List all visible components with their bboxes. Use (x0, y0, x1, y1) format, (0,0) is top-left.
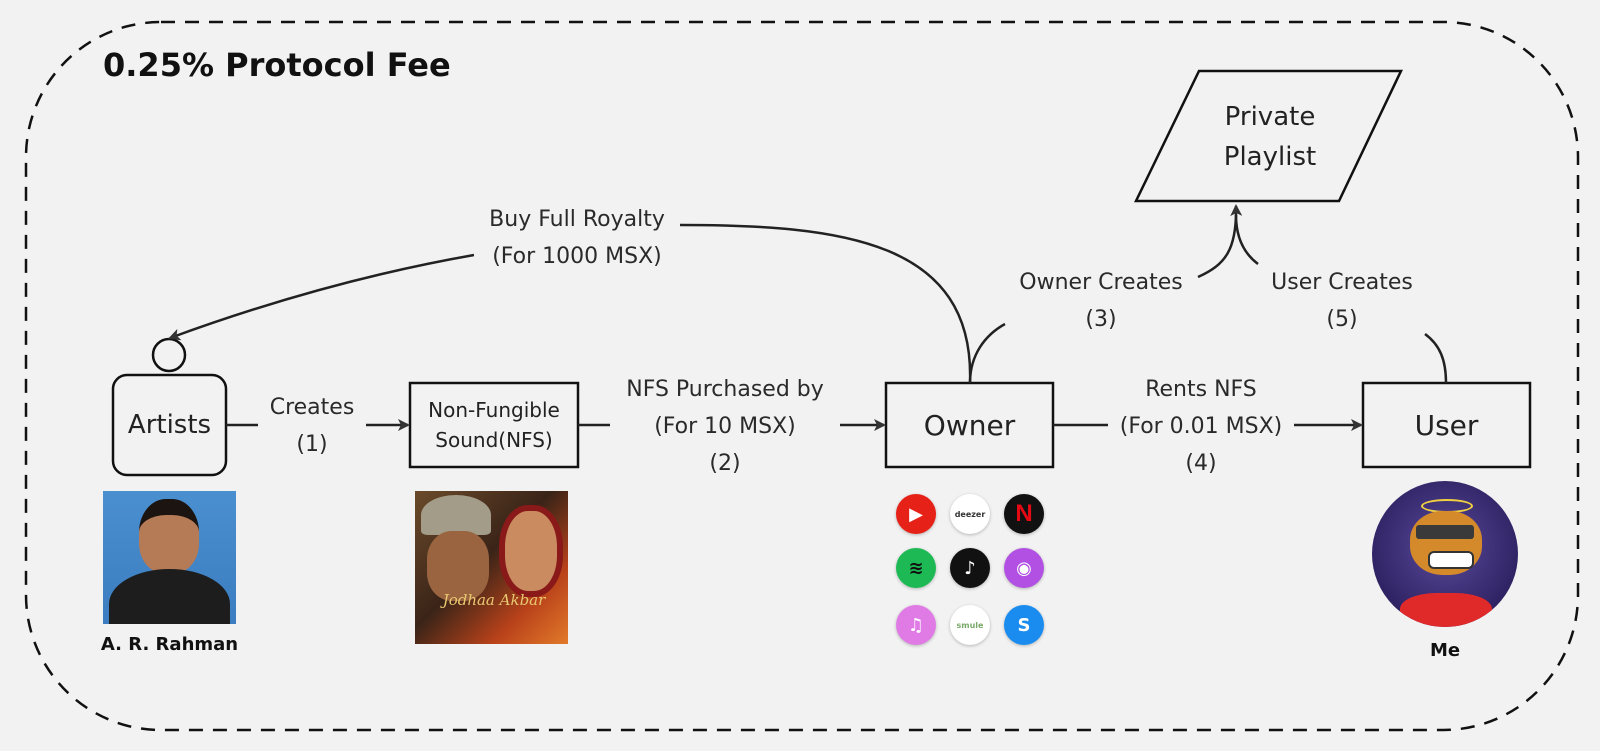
user-creates-text: User Creates (1271, 270, 1413, 295)
edge-user-creates-stub (1424, 332, 1448, 384)
owner-creates-text: Owner Creates (1019, 270, 1183, 295)
user-avatar (1372, 481, 1518, 627)
purchase-text: NFS Purchased by (626, 377, 824, 402)
shazam-icon: S (1004, 605, 1044, 645)
playlist-label-line2: Playlist (1223, 142, 1317, 172)
owner-creates-step: (3) (1085, 307, 1117, 332)
edge-label-royalty: Buy Full Royalty (For 1000 MSX) (474, 201, 680, 275)
edge-label-creates: Creates (1) (258, 389, 366, 463)
artists-label: Artists (127, 410, 212, 440)
royalty-text: Buy Full Royalty (489, 207, 665, 232)
playlist-node: Private Playlist (1170, 92, 1370, 182)
edge-owner-creates-stub (968, 322, 1006, 384)
user-label: User (1414, 408, 1479, 442)
tiktok-icon: ♪ (950, 548, 990, 588)
purchase-step: (2) (709, 451, 741, 476)
artist-name: A. R. Rahman (100, 634, 239, 655)
edge-royalty-a (679, 223, 972, 384)
rents-price: (For 0.01 MSX) (1119, 414, 1283, 439)
edge-user-creates (1234, 214, 1259, 265)
rents-text: Rents NFS (1145, 377, 1257, 402)
page-title: 0.25% Protocol Fee (103, 46, 451, 84)
edge-label-owner-creates: Owner Creates (3) (1005, 264, 1197, 338)
deezer-icon: deezer (950, 494, 990, 534)
itunes-icon: ♫ (896, 605, 936, 645)
smule-icon: smule (950, 605, 990, 645)
edge-label-user-creates: User Creates (5) (1258, 264, 1426, 338)
creates-step: (1) (296, 432, 328, 457)
playlist-label-line1: Private (1224, 102, 1316, 132)
user-creates-step: (5) (1326, 307, 1358, 332)
artist-head-shape (151, 337, 187, 373)
purchase-price: (For 10 MSX) (654, 414, 796, 439)
user-avatar-caption: Me (1429, 640, 1461, 661)
owner-label: Owner (923, 408, 1016, 442)
rents-step: (4) (1185, 451, 1217, 476)
nfs-node: Non-Fungible Sound(NFS) (410, 383, 578, 467)
edge-label-purchase: NFS Purchased by (For 10 MSX) (2) (610, 371, 840, 482)
spotify-icon: ≋ (896, 548, 936, 588)
edge-owner-creates (1197, 204, 1243, 279)
nfs-label-line2: Sound(NFS) (435, 428, 553, 452)
artist-photo (103, 491, 236, 624)
nfs-label-line1: Non-Fungible (428, 398, 560, 422)
artists-node: Artists (113, 375, 226, 475)
album-cover: Jodhaa Akbar (415, 491, 568, 644)
royalty-price: (For 1000 MSX) (492, 244, 662, 269)
netflix-icon: N (1004, 494, 1044, 534)
youtube-icon: ▶ (896, 494, 936, 534)
edge-label-rents: Rents NFS (For 0.01 MSX) (4) (1108, 371, 1294, 482)
edge-royalty-b (168, 253, 475, 341)
album-title: Jodhaa Akbar (442, 591, 546, 609)
creates-text: Creates (269, 395, 355, 420)
apple-podcasts-icon: ◉ (1004, 548, 1044, 588)
owner-node: Owner (886, 383, 1053, 467)
user-node: User (1363, 383, 1530, 467)
